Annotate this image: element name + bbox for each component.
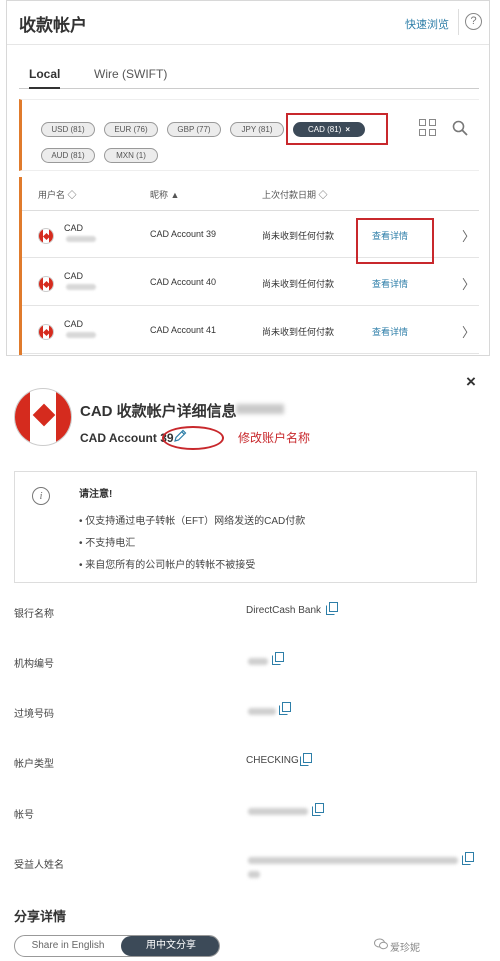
chip-mxn[interactable]: MXN (1) [104, 148, 158, 163]
tab-local[interactable]: Local [29, 67, 61, 89]
header-divider [458, 9, 459, 35]
table-row[interactable]: CAD CAD Account 41 尚未收到任何付款 查看详情 〉 [22, 307, 479, 354]
row-currency: CAD [64, 223, 84, 233]
copy-icon[interactable] [300, 753, 312, 766]
tab-bar: Local Wire (SWIFT) [19, 63, 479, 89]
row-account-number-redacted [66, 332, 96, 338]
copy-icon[interactable] [279, 702, 291, 715]
col-username[interactable]: 用户名 ◇ [38, 188, 77, 201]
field-value-beneficiary-name-redacted [248, 857, 458, 864]
grid-view-icon[interactable] [419, 119, 437, 137]
table-row[interactable]: CAD CAD Account 40 尚未收到任何付款 查看详情 〉 [22, 259, 479, 306]
table-header: 用户名 ◇ 昵称 ▲ 上次付款日期 ◇ [22, 177, 479, 211]
field-value-bank-name: DirectCash Bank [246, 605, 322, 616]
row-account-number-redacted [66, 284, 96, 290]
chip-gbp[interactable]: GBP (77) [167, 122, 221, 137]
watermark: 爱珍妮 [390, 943, 420, 954]
field-label-transit-number: 过境号码 [14, 709, 54, 720]
row-nickname: CAD Account 41 [150, 325, 217, 335]
view-details-link[interactable]: 查看详情 [372, 325, 408, 338]
chip-jpy[interactable]: JPY (81) [230, 122, 284, 137]
canada-flag-icon [38, 228, 54, 244]
field-label-account-number: 帐号 [14, 810, 34, 821]
quick-browse-link[interactable]: 快速浏览 [405, 16, 449, 32]
annotation-ellipse-edit [162, 426, 224, 450]
account-detail-modal: × CAD 收款帐户详细信息 CAD Account 39 修改账户名称 i 请… [0, 368, 500, 961]
detail-title: CAD 收款帐户详细信息 [80, 403, 237, 420]
field-label-bank-name: 银行名称 [14, 609, 54, 620]
col-nickname[interactable]: 昵称 ▲ [150, 188, 179, 201]
field-value-beneficiary-name-redacted-line2 [248, 871, 260, 878]
share-language-toggle[interactable]: Share in English 用中文分享 [14, 935, 220, 957]
chip-aud[interactable]: AUD (81) [41, 148, 95, 163]
chevron-right-icon[interactable]: 〉 [462, 322, 475, 341]
share-details-title: 分享详情 [14, 909, 67, 924]
table-row[interactable]: CAD CAD Account 39 尚未收到任何付款 查看详情 〉 [22, 211, 479, 264]
annotation-rename-account: 修改账户名称 [238, 431, 311, 445]
title-account-number-redacted [236, 404, 284, 414]
notice-title: 请注意! [79, 489, 113, 500]
copy-icon[interactable] [272, 652, 284, 665]
row-last-payment: 尚未收到任何付款 [262, 279, 335, 289]
chevron-right-icon[interactable]: 〉 [462, 274, 475, 293]
wechat-icon [374, 938, 388, 950]
canada-flag-icon [14, 388, 72, 446]
screenshot-gap [0, 356, 500, 368]
field-label-beneficiary-name: 受益人姓名 [14, 860, 64, 871]
copy-icon[interactable] [462, 852, 474, 865]
chip-usd[interactable]: USD (81) [41, 122, 95, 137]
notice-item: • 来自您所有的公司帐户的转帐不被接受 [79, 560, 256, 571]
tab-wire-swift[interactable]: Wire (SWIFT) [94, 67, 167, 87]
row-nickname: CAD Account 40 [150, 277, 217, 287]
close-icon[interactable]: × [466, 372, 476, 392]
page-title: 收款帐户 [19, 16, 87, 35]
field-value-account-type: CHECKING [246, 755, 299, 766]
account-name: CAD Account 39 [80, 431, 174, 445]
copy-icon[interactable] [326, 602, 338, 615]
chevron-right-icon[interactable]: 〉 [462, 226, 475, 245]
chip-eur[interactable]: EUR (76) [104, 122, 158, 137]
share-english-button[interactable]: Share in English [15, 936, 121, 956]
row-account-number-redacted [66, 236, 96, 242]
panel-header: 收款帐户 快速浏览 ? [7, 1, 489, 45]
notice-item: • 不支持电汇 [79, 538, 136, 549]
accounts-panel: 收款帐户 快速浏览 ? Local Wire (SWIFT) USD (81) … [6, 0, 490, 356]
row-last-payment: 尚未收到任何付款 [262, 231, 335, 241]
copy-icon[interactable] [312, 803, 324, 816]
annotation-box-cad-chip [286, 113, 388, 145]
canada-flag-icon [38, 324, 54, 340]
field-value-account-number-redacted [248, 808, 308, 815]
row-currency: CAD [64, 319, 84, 329]
row-nickname: CAD Account 39 [150, 229, 217, 239]
share-chinese-button[interactable]: 用中文分享 [121, 936, 219, 956]
canada-flag-icon [38, 276, 54, 292]
field-value-institution-number-redacted [248, 658, 268, 665]
currency-filter: USD (81) EUR (76) GBP (77) JPY (81) CAD … [19, 99, 479, 171]
notice-item: • 仅支持通过电子转帐（EFT）网络发送的CAD付款 [79, 516, 306, 527]
row-last-payment: 尚未收到任何付款 [262, 327, 335, 337]
info-icon: i [32, 487, 50, 505]
search-icon[interactable] [452, 120, 468, 136]
field-label-institution-number: 机构编号 [14, 659, 54, 670]
col-last-payment[interactable]: 上次付款日期 ◇ [262, 188, 328, 201]
field-label-account-type: 帐户类型 [14, 759, 54, 770]
accounts-table: 用户名 ◇ 昵称 ▲ 上次付款日期 ◇ CAD CAD Account 39 尚… [19, 177, 479, 355]
view-details-link[interactable]: 查看详情 [372, 277, 408, 290]
annotation-box-view-details [356, 218, 434, 264]
field-value-transit-number-redacted [248, 708, 276, 715]
row-currency: CAD [64, 271, 84, 281]
help-icon[interactable]: ? [465, 13, 482, 30]
notice-box: i 请注意! • 仅支持通过电子转帐（EFT）网络发送的CAD付款 • 不支持电… [14, 471, 477, 583]
